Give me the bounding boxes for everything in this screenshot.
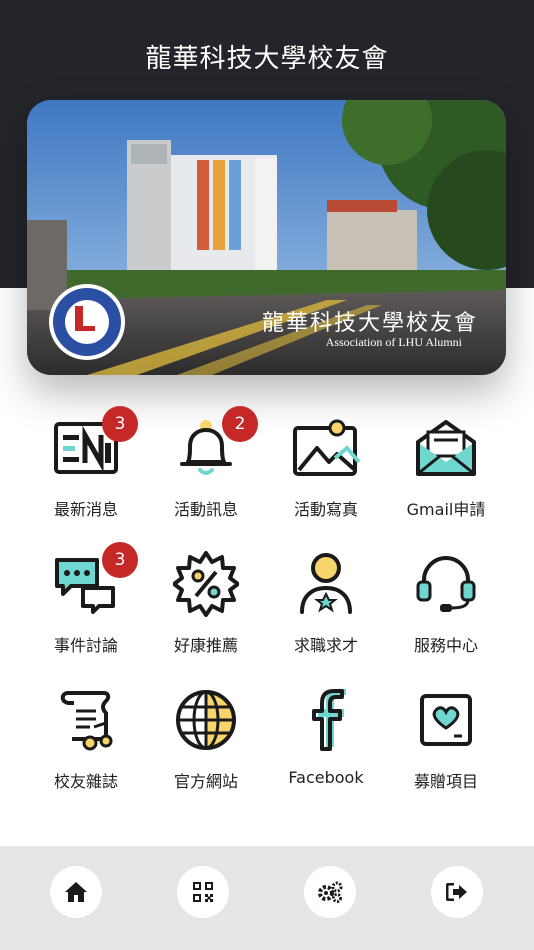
menu-item-website[interactable]: 官方網站: [146, 684, 266, 792]
menu-item-news[interactable]: 3 最新消息: [26, 406, 146, 520]
home-button[interactable]: [50, 866, 102, 918]
menu-item-photos[interactable]: 活動寫真: [266, 412, 386, 520]
menu-label: 活動訊息: [173, 500, 238, 519]
campus-banner: 龍華科技大學校友會 Association of LHU Alumni: [27, 100, 506, 375]
menu-item-deals[interactable]: 好康推薦: [146, 548, 266, 656]
menu-label: 最新消息: [53, 500, 118, 519]
menu-label: 事件討論: [53, 636, 118, 655]
notification-badge: 2: [222, 406, 258, 442]
settings-button[interactable]: [304, 866, 356, 918]
menu-label: 好康推薦: [173, 636, 238, 655]
globe-icon: [170, 684, 242, 756]
qrcode-icon: [193, 882, 213, 902]
logout-button[interactable]: [431, 866, 483, 918]
facebook-icon: [290, 684, 362, 756]
headset-icon: [410, 548, 482, 620]
menu-label: 官方網站: [173, 772, 238, 791]
menu-label: 募贈項目: [413, 772, 478, 791]
menu-item-gmail[interactable]: Gmail申請: [386, 412, 506, 520]
menu-label: 校友雜誌: [53, 772, 118, 791]
menu-item-service[interactable]: 服務中心: [386, 548, 506, 656]
menu-item-facebook[interactable]: Facebook: [266, 684, 386, 792]
home-icon: [65, 882, 87, 902]
discount-icon: [170, 548, 242, 620]
menu-item-magazine[interactable]: 校友雜誌: [26, 684, 146, 792]
person-icon: [290, 548, 362, 620]
menu-label: Facebook: [288, 768, 364, 787]
menu-item-events[interactable]: 2 活動訊息: [146, 406, 266, 520]
bell-icon: 2: [170, 406, 258, 484]
bottom-nav: [0, 846, 534, 950]
news-icon: 3: [50, 406, 138, 484]
qrcode-button[interactable]: [177, 866, 229, 918]
menu-grid: 3 最新消息 2 活動訊息 活動寫真 Gmail申請 3 事件討論 好康推薦 求…: [0, 406, 534, 792]
logout-icon: [446, 883, 467, 901]
donation-icon: [410, 684, 482, 756]
notification-badge: 3: [102, 542, 138, 578]
menu-item-jobs[interactable]: 求職求才: [266, 548, 386, 656]
menu-item-discussion[interactable]: 3 事件討論: [26, 542, 146, 656]
menu-label: 活動寫真: [293, 500, 358, 519]
scroll-icon: [50, 684, 122, 756]
menu-item-donation[interactable]: 募贈項目: [386, 684, 506, 792]
photo-icon: [290, 412, 362, 484]
page-title: 龍華科技大學校友會: [145, 44, 389, 74]
menu-label: Gmail申請: [406, 500, 486, 519]
notification-badge: 3: [102, 406, 138, 442]
chat-icon: 3: [50, 542, 138, 620]
menu-label: 求職求才: [293, 636, 358, 655]
envelope-icon: [410, 412, 482, 484]
menu-label: 服務中心: [413, 636, 478, 655]
banner-title: 龍華科技大學校友會: [261, 311, 478, 336]
banner-subtitle: Association of LHU Alumni: [325, 335, 462, 349]
settings-icon: [318, 881, 343, 903]
